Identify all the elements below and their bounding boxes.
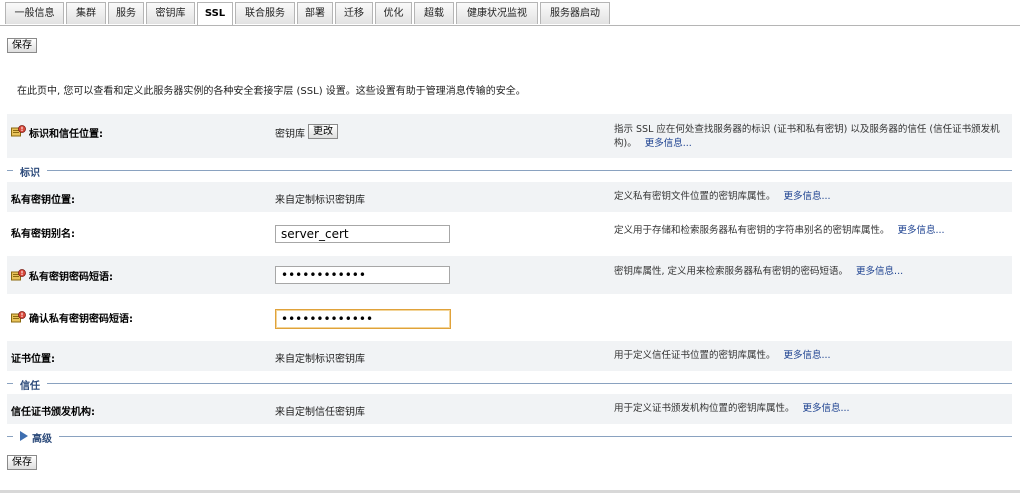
dynamic-change-icon — [11, 311, 26, 323]
section-rule — [7, 436, 13, 437]
private-key-passphrase-row: 私有密钥密码短语: 密钥库属性, 定义用来检索服务器私有密钥的密码短语。更多信息… — [7, 256, 1012, 294]
advanced-section-header[interactable]: 高级 — [7, 430, 1012, 445]
cert-location-label: 证书位置: — [11, 354, 55, 365]
confirm-passphrase-label: 确认私有密钥密码短语: — [29, 314, 133, 325]
trust-section-title: 信任 — [20, 381, 40, 392]
private-key-location-desc: 定义私有密钥文件位置的密钥库属性。 更多信息... — [614, 190, 1009, 204]
trusted-ca-more-link[interactable]: 更多信息... — [803, 403, 850, 414]
private-key-alias-more-link[interactable]: 更多信息... — [898, 225, 945, 236]
save-button-top[interactable]: 保存 — [7, 38, 37, 53]
tab-ssl[interactable]: SSL — [197, 2, 233, 26]
page-intro: 在此页中, 您可以查看和定义此服务器实例的各种安全套接字层 (SSL) 设置。这… — [17, 86, 526, 97]
change-button[interactable]: 更改 — [308, 124, 338, 139]
identity-trust-more-link[interactable]: 更多信息... — [645, 138, 692, 149]
advanced-section-title[interactable]: 高级 — [32, 430, 52, 445]
section-rule — [47, 170, 1012, 171]
tab-cluster[interactable]: 集群 — [66, 2, 106, 24]
trusted-ca-desc: 用于定义证书颁发机构位置的密钥库属性。 更多信息... — [614, 402, 1009, 416]
tab-server-start[interactable]: 服务器启动 — [540, 2, 610, 24]
cert-location-more-link[interactable]: 更多信息... — [784, 350, 831, 361]
tab-tuning[interactable]: 优化 — [375, 2, 412, 24]
identity-section-header: 标识 — [7, 164, 1012, 179]
private-key-location-desc-text: 定义私有密钥文件位置的密钥库属性。 — [614, 191, 776, 202]
tab-deployment[interactable]: 部署 — [297, 2, 333, 24]
private-key-alias-desc-text: 定义用于存储和检索服务器私有密钥的字符串别名的密钥库属性。 — [614, 225, 890, 236]
section-rule — [59, 436, 1012, 437]
identity-trust-row: 标识和信任位置: 密钥库 更改 指示 SSL 应在何处查找服务器的标识 (证书和… — [7, 114, 1012, 158]
confirm-passphrase-input[interactable] — [275, 309, 451, 329]
trusted-ca-value: 来自定制信任密钥库 — [275, 407, 365, 418]
confirm-passphrase-row: 确认私有密钥密码短语: — [7, 298, 1012, 336]
private-key-passphrase-more-link[interactable]: 更多信息... — [856, 266, 903, 277]
cert-location-value: 来自定制标识密钥库 — [275, 354, 365, 365]
tab-services[interactable]: 服务 — [108, 2, 144, 24]
private-key-alias-desc: 定义用于存储和检索服务器私有密钥的字符串别名的密钥库属性。 更多信息... — [614, 224, 1009, 238]
private-key-passphrase-desc: 密钥库属性, 定义用来检索服务器私有密钥的密码短语。 更多信息... — [614, 265, 1009, 279]
private-key-alias-input[interactable] — [275, 225, 450, 243]
identity-trust-desc: 指示 SSL 应在何处查找服务器的标识 (证书和私有密钥) 以及服务器的信任 (… — [614, 123, 1009, 151]
tab-federation[interactable]: 联合服务 — [235, 2, 295, 24]
section-rule — [7, 383, 13, 384]
save-button-bottom[interactable]: 保存 — [7, 455, 37, 470]
private-key-location-row: 私有密钥位置: 来自定制标识密钥库 定义私有密钥文件位置的密钥库属性。 更多信息.… — [7, 182, 1012, 212]
tab-keystores[interactable]: 密钥库 — [146, 2, 195, 24]
identity-section-title: 标识 — [20, 168, 40, 179]
cert-location-desc: 用于定义信任证书位置的密钥库属性。 更多信息... — [614, 349, 1009, 363]
private-key-passphrase-input[interactable] — [275, 266, 450, 284]
private-key-alias-label: 私有密钥别名: — [11, 229, 75, 240]
expand-triangle-icon[interactable] — [20, 431, 28, 441]
private-key-passphrase-label: 私有密钥密码短语: — [29, 272, 113, 283]
cert-location-desc-text: 用于定义信任证书位置的密钥库属性。 — [614, 350, 776, 361]
private-key-passphrase-desc-text: 密钥库属性, 定义用来检索服务器私有密钥的密码短语。 — [614, 266, 849, 277]
page-bottom-border — [0, 490, 1020, 493]
trusted-ca-row: 信任证书颁发机构: 来自定制信任密钥库 用于定义证书颁发机构位置的密钥库属性。更… — [7, 394, 1012, 424]
identity-trust-label: 标识和信任位置: — [29, 129, 103, 140]
section-rule — [7, 170, 13, 171]
tab-divider — [0, 25, 1020, 26]
tab-overload[interactable]: 超载 — [414, 2, 454, 24]
identity-trust-value: 密钥库 — [275, 129, 305, 140]
trust-section-header: 信任 — [7, 377, 1012, 392]
private-key-location-label: 私有密钥位置: — [11, 195, 75, 206]
trusted-ca-label: 信任证书颁发机构: — [11, 407, 95, 418]
private-key-alias-row: 私有密钥别名: 定义用于存储和检索服务器私有密钥的字符串别名的密钥库属性。更多信… — [7, 215, 1012, 251]
private-key-location-more-link[interactable]: 更多信息... — [784, 191, 831, 202]
tab-migration[interactable]: 迁移 — [335, 2, 373, 24]
tab-bar: 一般信息 集群 服务 密钥库 SSL 联合服务 部署 迁移 优化 超载 健康状况… — [0, 0, 1020, 26]
tab-general[interactable]: 一般信息 — [5, 2, 64, 24]
trusted-ca-desc-text: 用于定义证书颁发机构位置的密钥库属性。 — [614, 403, 795, 414]
section-rule — [47, 383, 1012, 384]
dynamic-change-icon — [11, 269, 26, 281]
tab-health-monitoring[interactable]: 健康状况监视 — [456, 2, 538, 24]
private-key-location-value: 来自定制标识密钥库 — [275, 195, 365, 206]
dynamic-change-icon — [11, 125, 26, 137]
cert-location-row: 证书位置: 来自定制标识密钥库 用于定义信任证书位置的密钥库属性。 更多信息... — [7, 341, 1012, 371]
